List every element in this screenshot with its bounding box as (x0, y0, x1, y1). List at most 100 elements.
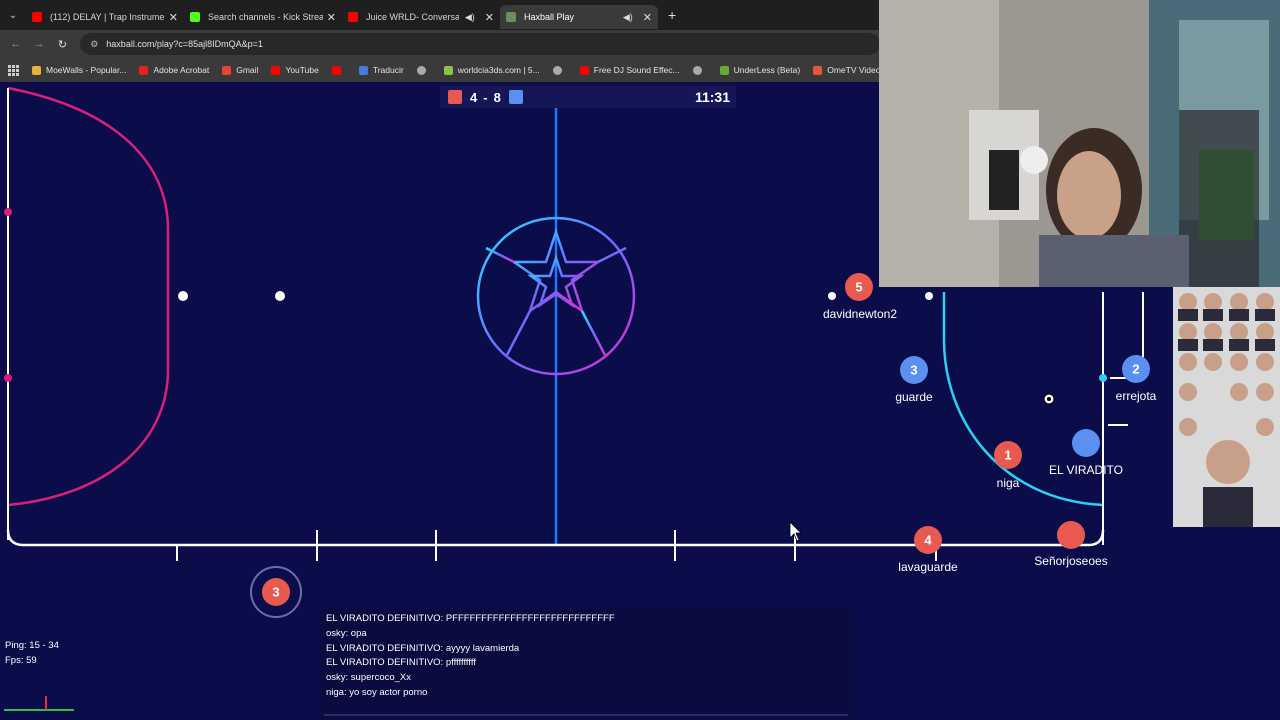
globe-icon (416, 65, 426, 75)
bookmark-item[interactable] (552, 65, 567, 75)
bookmark-item[interactable]: Gmail (222, 65, 258, 75)
left-goalpost (4, 208, 12, 216)
youtube-icon (579, 65, 589, 75)
bookmark-item[interactable] (416, 65, 431, 75)
left-goalpost (4, 374, 12, 382)
player-disc-blue (1072, 429, 1100, 457)
red-score: 4 (470, 89, 478, 105)
field-marker (925, 292, 933, 300)
kick-icon (190, 12, 200, 22)
player-name: davidnewton2 (822, 307, 898, 321)
reload-icon[interactable]: ↻ (51, 38, 74, 51)
youtube-icon (32, 12, 42, 22)
bookmark-item[interactable]: Adobe Acrobat (139, 65, 209, 75)
chat-message: EL VIRADITO DEFINITIVO: ayyyy lavamierda (326, 642, 520, 654)
youtube-icon (348, 12, 358, 22)
player-name: lavaguarde (898, 560, 958, 574)
right-goalpost (1099, 374, 1107, 382)
field-marker (178, 291, 188, 301)
player-name: Señorjoseoes (1034, 554, 1108, 568)
site-info-icon[interactable]: ⚙ (90, 39, 98, 50)
blue-team-icon (508, 90, 523, 104)
chat-message: EL VIRADITO DEFINITIVO: pffffffffff (326, 657, 476, 669)
candidates-overlay (1173, 287, 1280, 527)
bookmark-item[interactable] (692, 65, 707, 75)
field-marker (275, 291, 285, 301)
network-stats: Ping: 15 - 34 Fps: 59 (5, 638, 59, 668)
ping-readout: Ping: 15 - 34 (5, 640, 59, 651)
globe-icon (692, 65, 702, 75)
chat-message: niga: yo soy actor porno (326, 686, 428, 698)
chat-message: osky: supercoco_Xx (326, 672, 412, 684)
blue-score: 8 (493, 89, 501, 105)
tab-title: Search channels - Kick Streaming (208, 12, 323, 22)
tab-2[interactable]: Juice WRLD- Conversations ◀) ✕ (342, 5, 500, 29)
bookmark-icon (32, 65, 41, 75)
player-name: errejota (1115, 389, 1157, 403)
tab-title: Juice WRLD- Conversations (366, 12, 459, 22)
tab-title: (112) DELAY | Trap Instrumental (50, 12, 165, 22)
chat-message: osky: opa (326, 627, 367, 639)
speaker-icon[interactable]: ◀) (465, 12, 475, 23)
close-icon[interactable]: ✕ (643, 11, 652, 24)
tab-search-icon[interactable]: ⌄ (0, 0, 26, 30)
player-number: 1 (1004, 447, 1012, 463)
close-icon[interactable]: ✕ (327, 11, 336, 24)
gmail-icon (222, 65, 232, 75)
bookmark-item[interactable]: worldcia3ds.com | 5... (443, 65, 540, 75)
chat-message: EL VIRADITO DEFINITIVO: PFFFFFFFFFFFFFFF… (326, 613, 615, 624)
player-disc-red (1057, 521, 1085, 549)
translate-icon (358, 65, 368, 75)
own-player-number: 3 (272, 584, 280, 600)
fps-readout: Fps: 59 (5, 655, 37, 666)
player-name: guarde (895, 390, 933, 404)
player-number: 2 (1132, 361, 1140, 377)
tab-0[interactable]: (112) DELAY | Trap Instrumental ✕ (26, 5, 184, 29)
bookmark-item[interactable]: MoeWalls - Popular... (32, 65, 126, 75)
tab-title: Haxball Play (524, 12, 575, 22)
bookmark-item[interactable] (331, 65, 346, 75)
acrobat-icon (139, 65, 149, 75)
webcam-overlay (879, 0, 1280, 287)
score-separator: - (483, 89, 488, 105)
address-bar[interactable]: ⚙ haxball.com/play?c=85ajl8IDmQA&p=1 (80, 33, 881, 55)
bookmark-icon (813, 65, 823, 75)
tab-bar: ⌄ (112) DELAY | Trap Instrumental ✕ Sear… (0, 0, 880, 30)
mouse-cursor-icon (789, 521, 802, 542)
globe-icon (552, 65, 562, 75)
field-marker (828, 292, 836, 300)
player-name: EL VIRADITO (1048, 463, 1124, 477)
chat-input[interactable] (324, 714, 848, 716)
red-team-icon (448, 90, 462, 104)
player-number: 3 (910, 362, 918, 378)
forward-icon[interactable]: → (27, 38, 50, 50)
tab-3[interactable]: Haxball Play ◀) ✕ (500, 5, 658, 29)
chat-panel: EL VIRADITO DEFINITIVO: PFFFFFFFFFFFFFFF… (320, 608, 854, 720)
match-timer: 11:31 (694, 89, 730, 105)
bookmark-item[interactable]: UnderLess (Beta) (719, 65, 800, 75)
player-number: 5 (855, 279, 863, 295)
bookmark-item[interactable]: Traducir (358, 65, 404, 75)
player-name: niga (996, 476, 1020, 490)
bookmark-item[interactable]: Free DJ Sound Effec... (579, 65, 680, 75)
close-icon[interactable]: ✕ (169, 11, 178, 24)
tab-1[interactable]: Search channels - Kick Streaming ✕ (184, 5, 342, 29)
browser-toolbar: ← → ↻ ⚙ haxball.com/play?c=85ajl8IDmQA&p… (0, 30, 881, 58)
youtube-icon (331, 65, 341, 75)
bookmark-icon (719, 65, 729, 75)
red-penalty-area (7, 86, 170, 507)
haxball-icon (506, 12, 516, 22)
bookmarks-bar: MoeWalls - Popular... Adobe Acrobat Gmai… (0, 58, 908, 82)
url-text: haxball.com/play?c=85ajl8IDmQA&p=1 (106, 39, 263, 49)
youtube-icon (271, 65, 281, 75)
close-icon[interactable]: ✕ (485, 11, 494, 24)
speaker-icon[interactable]: ◀) (623, 12, 633, 23)
bookmark-item[interactable]: YouTube (271, 65, 319, 75)
ball-icon (1043, 393, 1055, 405)
ping-graph (4, 696, 74, 711)
new-tab-button[interactable]: + (668, 7, 676, 23)
player-number: 4 (924, 532, 932, 548)
apps-icon[interactable] (8, 65, 19, 76)
scoreboard: 4 - 8 11:31 (440, 86, 736, 108)
back-icon[interactable]: ← (4, 38, 27, 50)
